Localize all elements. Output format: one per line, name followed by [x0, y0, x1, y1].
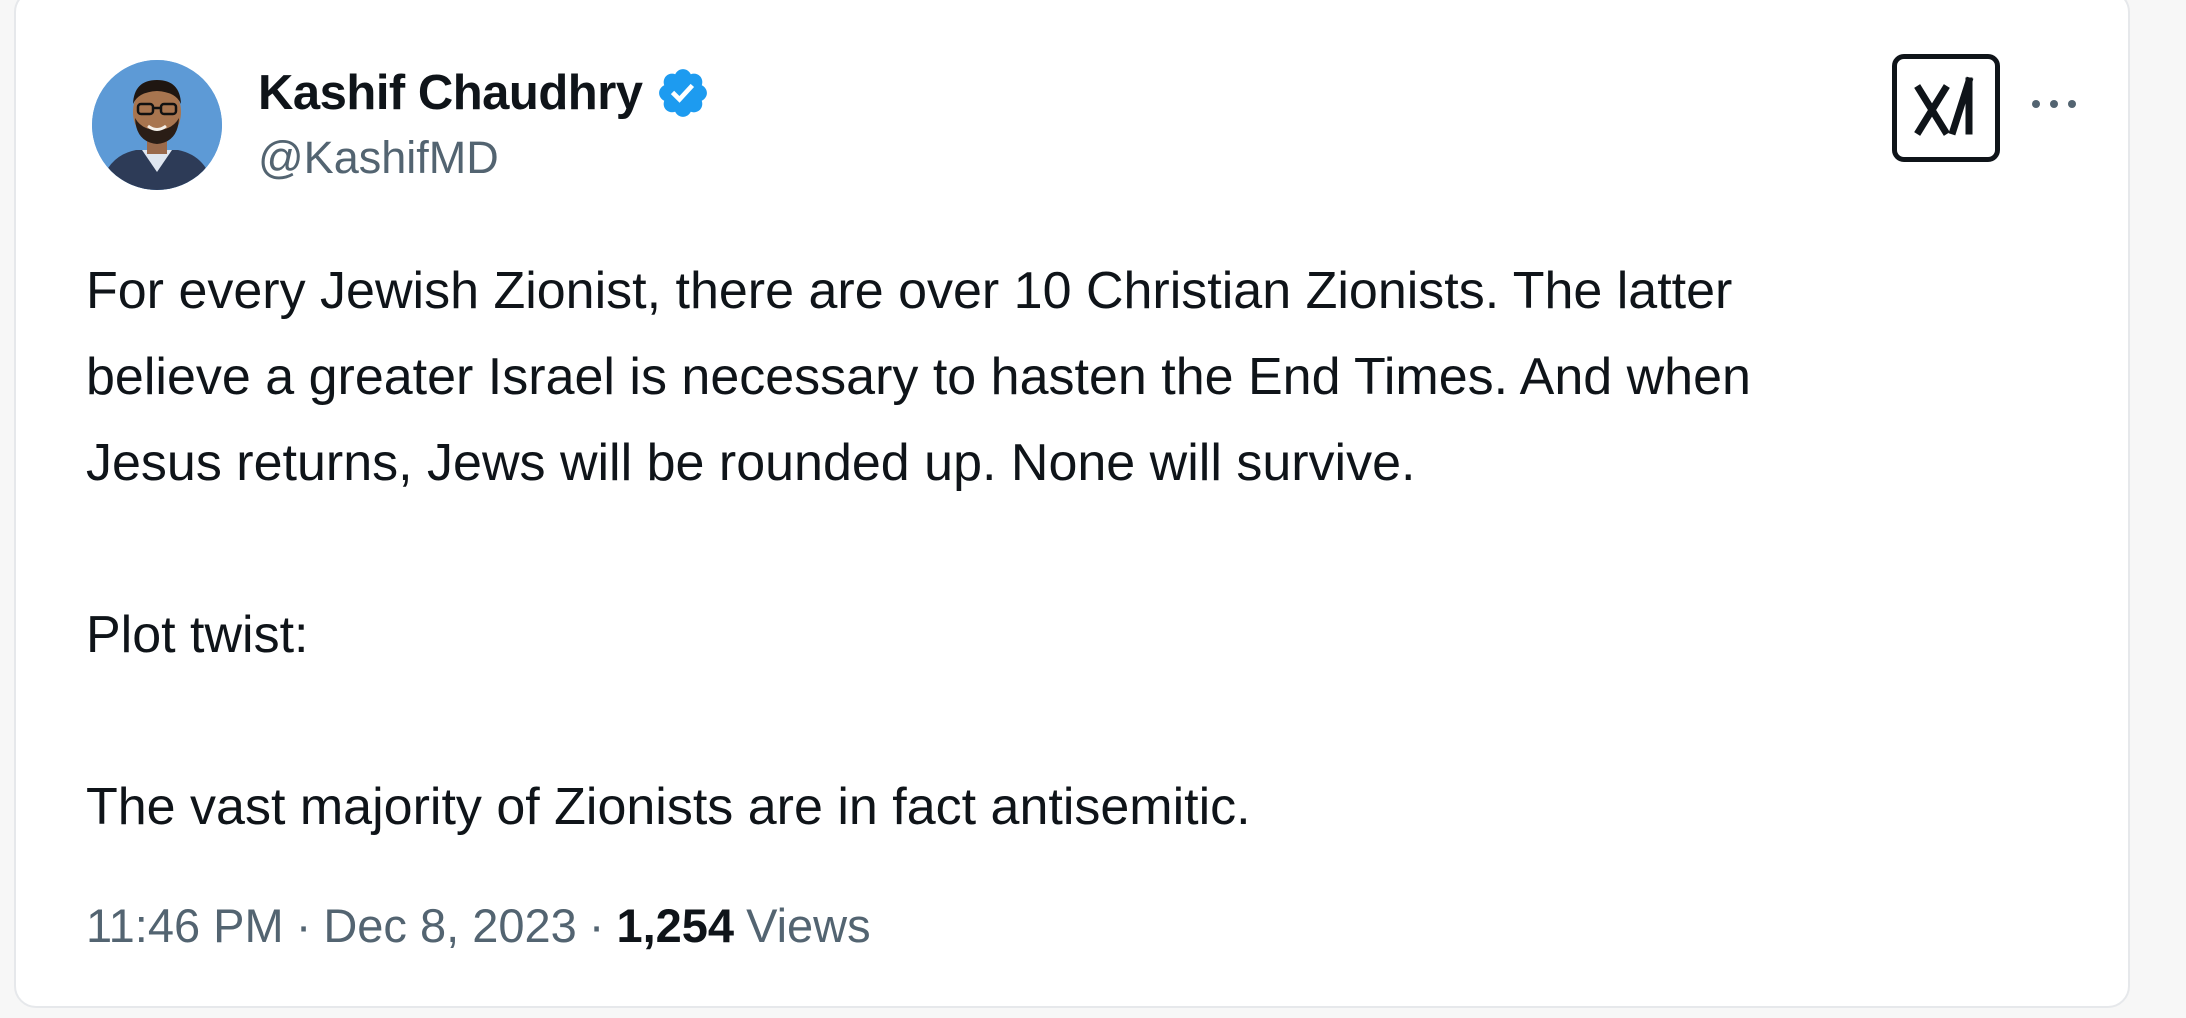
avatar[interactable] — [92, 60, 222, 190]
tweet-paragraph: Plot twist: — [86, 606, 309, 664]
screenshot-canvas: Kashif Chaudhry @KashifMD For every Jewi… — [0, 0, 2186, 1018]
author-display-name[interactable]: Kashif Chaudhry — [258, 65, 643, 121]
meta-separator: · — [295, 899, 312, 952]
tweet-paragraph: For every Jewish Zionist, there are over… — [86, 262, 1751, 492]
tweet-date[interactable]: Dec 8, 2023 — [323, 898, 576, 953]
tweet-text: For every Jewish Zionist, there are over… — [86, 248, 2086, 850]
more-horizontal-icon — [2032, 100, 2076, 108]
author-handle[interactable]: @KashifMD — [258, 132, 499, 184]
author-name-row: Kashif Chaudhry — [258, 58, 711, 128]
tweet-card[interactable]: Kashif Chaudhry @KashifMD For every Jewi… — [14, 0, 2130, 1008]
tweet-metadata: 11:46 PM · Dec 8, 2023 · 1,254 Views — [86, 898, 871, 953]
tweet-paragraph: The vast majority of Zionists are in fac… — [86, 778, 1251, 836]
avatar-image — [92, 60, 222, 190]
more-options-button[interactable] — [2024, 84, 2084, 124]
views-label[interactable]: Views — [746, 898, 871, 953]
verified-badge-icon[interactable] — [655, 65, 711, 121]
grok-x-logo-icon[interactable] — [1892, 54, 2000, 162]
views-count[interactable]: 1,254 — [616, 898, 734, 953]
meta-separator: · — [588, 899, 605, 952]
tweet-time[interactable]: 11:46 PM — [86, 898, 284, 953]
